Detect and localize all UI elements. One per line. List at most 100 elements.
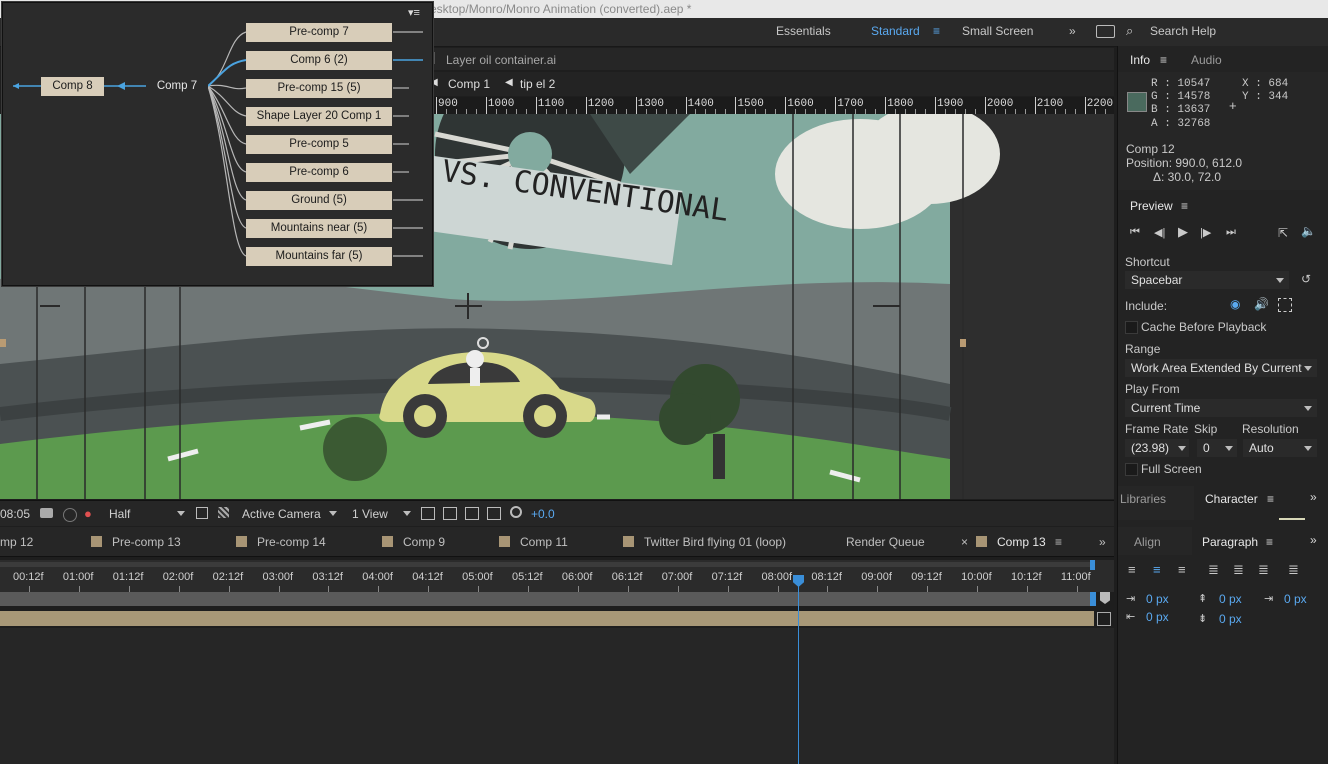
align-left-icon[interactable]: ≡ — [1128, 562, 1136, 577]
tab-info[interactable]: Info — [1130, 53, 1150, 67]
workspace-standard[interactable]: Standard — [871, 24, 920, 38]
tab-comp-9[interactable]: Comp 9 — [382, 535, 445, 549]
last-frame-icon[interactable]: ⏭ — [1226, 226, 1236, 239]
next-frame-icon[interactable]: |▶ — [1200, 226, 1211, 239]
playhead-line[interactable] — [798, 575, 799, 764]
align-right-icon[interactable]: ≡ — [1178, 562, 1186, 577]
tab-pre-comp-13[interactable]: Pre-comp 13 — [91, 535, 181, 549]
flow-node-comp-6-2[interactable]: Comp 6 (2) — [246, 51, 392, 70]
tab-comp-12[interactable]: mp 12 — [0, 535, 33, 549]
panel-menu-icon[interactable]: ≡ — [1267, 492, 1274, 506]
tab-render-queue[interactable]: Render Queue — [846, 535, 925, 549]
mute-audio-icon[interactable]: 🔈 — [1301, 224, 1316, 238]
space-before-value[interactable]: 0 px — [1219, 592, 1242, 606]
show-snapshot-icon[interactable] — [63, 508, 77, 522]
workspace-small-screen[interactable]: Small Screen — [962, 24, 1033, 38]
timeline-ruler[interactable]: 00:12f 01:00f 01:12f 02:00f 02:12f 03:00f 03:1… — [0, 560, 1114, 592]
include-video-icon[interactable]: ◉ — [1230, 297, 1240, 311]
timeline-layer-area[interactable] — [0, 628, 1114, 764]
tab-comp-11[interactable]: Comp 11 — [499, 535, 568, 549]
flow-node-pre-comp-15-5[interactable]: Pre-comp 15 (5) — [246, 79, 392, 98]
flowchart-icon[interactable] — [487, 507, 501, 520]
workspace-overflow-icon[interactable]: » — [1069, 24, 1076, 38]
first-line-indent-value[interactable]: 0 px — [1284, 592, 1307, 606]
workspace-menu-icon[interactable]: ≡ — [933, 24, 940, 38]
timeline-icon[interactable] — [465, 507, 479, 520]
search-help-input[interactable]: Search Help — [1150, 24, 1216, 38]
panel-menu-icon[interactable]: ≡ — [1181, 199, 1188, 213]
tab-paragraph[interactable]: Paragraph — [1202, 535, 1258, 549]
layer-duration-bar[interactable] — [0, 611, 1094, 626]
flow-node-comp-7[interactable]: Comp 7 — [146, 77, 208, 96]
play-icon[interactable]: ▶ — [1178, 224, 1188, 240]
flow-node-shape-layer-20[interactable]: Shape Layer 20 Comp 1 — [246, 107, 392, 126]
resolution-dropdown[interactable]: Half — [109, 507, 130, 521]
breadcrumb-comp-1[interactable]: Comp 1 — [448, 77, 490, 91]
time-label: 08:12f — [811, 571, 842, 583]
fast-previews-icon[interactable] — [443, 507, 457, 520]
align-center-icon[interactable]: ≡ — [1153, 562, 1161, 577]
first-frame-icon[interactable]: ⏮ — [1130, 226, 1140, 239]
full-screen-checkbox[interactable] — [1125, 463, 1138, 476]
toggle-pixel-aspect-icon[interactable] — [421, 507, 435, 520]
region-of-interest-icon[interactable] — [196, 507, 208, 519]
loop-icon[interactable]: ⇱ — [1278, 226, 1288, 240]
workspace-essentials[interactable]: Essentials — [776, 24, 831, 38]
views-dropdown[interactable]: 1 View — [352, 507, 388, 521]
flow-node-pre-comp-5[interactable]: Pre-comp 5 — [246, 135, 392, 154]
indent-right-value[interactable]: 0 px — [1146, 610, 1169, 624]
transparency-grid-icon[interactable] — [218, 507, 229, 518]
reset-icon[interactable]: ↺ — [1301, 272, 1311, 286]
space-after-value[interactable]: 0 px — [1219, 612, 1242, 626]
justify-right-icon[interactable]: ≣ — [1258, 562, 1269, 578]
work-area-end-handle[interactable] — [1090, 592, 1096, 606]
play-from-dropdown[interactable]: Current Time — [1125, 399, 1317, 417]
reset-exposure-icon[interactable] — [510, 506, 522, 518]
viewer-breadcrumb: ◀ Comp 1 ◀ tip el 2 — [420, 72, 1114, 96]
timeline-overflow-icon[interactable]: » — [1099, 535, 1106, 549]
flow-node-ground-5[interactable]: Ground (5) — [246, 191, 392, 210]
include-overlays-icon[interactable] — [1278, 298, 1292, 312]
flow-node-comp-8[interactable]: Comp 8 — [41, 77, 104, 96]
tab-libraries[interactable]: Libraries — [1120, 492, 1166, 506]
flow-node-mountains-near-5[interactable]: Mountains near (5) — [246, 219, 392, 238]
flow-node-pre-comp-7[interactable]: Pre-comp 7 — [246, 23, 392, 42]
color-channels-icon[interactable]: ● — [84, 506, 92, 521]
justify-left-icon[interactable]: ≣ — [1208, 562, 1219, 578]
shortcut-dropdown[interactable]: Spacebar — [1125, 271, 1289, 289]
tab-align[interactable]: Align — [1134, 535, 1161, 549]
comp-button-icon[interactable] — [1097, 612, 1111, 626]
panel-overflow-icon[interactable]: » — [1310, 533, 1317, 547]
tab-menu-icon[interactable]: ≡ — [1055, 535, 1062, 549]
range-dropdown[interactable]: Work Area Extended By Current — [1125, 359, 1317, 377]
sync-icon[interactable] — [1096, 25, 1115, 38]
current-time[interactable]: 08:05 — [0, 507, 30, 521]
panel-menu-icon[interactable]: ≡ — [1160, 53, 1167, 67]
tab-twitter-bird[interactable]: Twitter Bird flying 01 (loop) — [623, 535, 786, 549]
tab-character[interactable]: Character — [1205, 492, 1258, 506]
flow-node-mountains-far-5[interactable]: Mountains far (5) — [246, 247, 392, 266]
tab-pre-comp-14[interactable]: Pre-comp 14 — [236, 535, 326, 549]
tab-audio[interactable]: Audio — [1191, 53, 1222, 67]
marker-icon[interactable] — [1100, 592, 1110, 604]
tab-comp-13[interactable]: Comp 13 — [976, 535, 1046, 549]
previous-frame-icon[interactable]: ◀| — [1154, 226, 1165, 239]
snapshot-icon[interactable] — [40, 508, 53, 518]
time-label: 09:00f — [861, 571, 892, 583]
close-icon[interactable]: × — [961, 535, 968, 549]
layer-tab[interactable]: Layer oil container.ai — [446, 53, 556, 67]
indent-left-value[interactable]: 0 px — [1146, 592, 1169, 606]
work-area-bar[interactable] — [0, 592, 1094, 606]
justify-all-icon[interactable]: ≣ — [1288, 562, 1299, 578]
camera-dropdown[interactable]: Active Camera — [242, 507, 321, 521]
panel-menu-icon[interactable]: ≡ — [1266, 535, 1273, 549]
ruler-tick — [635, 97, 637, 114]
exposure-value[interactable]: +0.0 — [531, 507, 555, 521]
justify-center-icon[interactable]: ≣ — [1233, 562, 1244, 578]
cache-checkbox[interactable] — [1125, 321, 1138, 334]
include-audio-icon[interactable]: 🔊 — [1254, 297, 1269, 311]
flow-node-pre-comp-6[interactable]: Pre-comp 6 — [246, 163, 392, 182]
flowchart-popup[interactable]: ▾≡ Comp 8 Comp 7 Pre-comp 7 Comp 6 (2) P… — [2, 2, 433, 286]
panel-overflow-icon[interactable]: » — [1310, 490, 1317, 504]
breadcrumb-tip-el-2[interactable]: tip el 2 — [520, 77, 555, 91]
